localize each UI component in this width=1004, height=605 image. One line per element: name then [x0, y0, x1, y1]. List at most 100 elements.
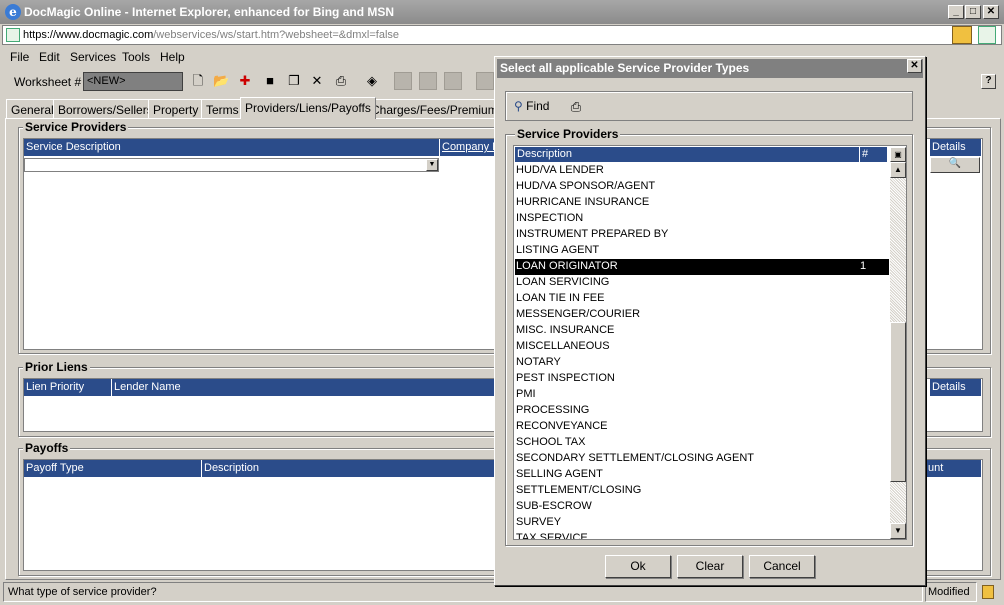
tab-general[interactable]: General [6, 99, 59, 118]
list-item-count: 1 [860, 260, 867, 272]
menu-tools[interactable]: Tools [122, 50, 150, 64]
list-item[interactable]: PMI [515, 387, 889, 403]
col-payoff-description[interactable]: Description [202, 460, 502, 477]
payoffs-title: Payoffs [23, 441, 71, 455]
col-payoff-type[interactable]: Payoff Type [24, 460, 202, 477]
col-description[interactable]: Description [515, 147, 860, 162]
list-item[interactable]: SCHOOL TAX [515, 435, 889, 451]
list-item[interactable]: HUD/VA SPONSOR/AGENT [515, 179, 889, 195]
list-item[interactable]: NOTARY [515, 355, 889, 371]
list-item[interactable]: SETTLEMENT/CLOSING [515, 483, 889, 499]
list-item[interactable]: LOAN TIE IN FEE [515, 291, 889, 307]
details-search-button[interactable]: 🔍 [930, 157, 980, 173]
col-count[interactable]: # [860, 147, 888, 162]
list-item[interactable]: PROCESSING [515, 403, 889, 419]
list-scrollbar[interactable]: ▲ ▼ [890, 162, 906, 539]
minimize-button[interactable]: _ [948, 5, 964, 19]
page-icon [6, 28, 20, 42]
scroll-down-icon[interactable]: ▼ [890, 523, 906, 539]
dialog-close-icon[interactable]: ✕ [907, 59, 922, 73]
list-item[interactable]: INSTRUMENT PREPARED BY [515, 227, 889, 243]
tab-terms[interactable]: Terms [201, 99, 244, 118]
worksheet-number-field[interactable]: <NEW> [83, 72, 183, 91]
compat-view-icon[interactable] [978, 26, 996, 44]
ie-logo-icon: e [5, 4, 21, 20]
list-item[interactable]: LISTING AGENT [515, 243, 889, 259]
list-item-label: HUD/VA LENDER [516, 164, 604, 176]
tab-borrowers-sellers[interactable]: Borrowers/Sellers [53, 99, 158, 118]
maximize-button[interactable]: □ [965, 5, 981, 19]
list-item[interactable]: LOAN ORIGINATOR 1 [515, 259, 889, 275]
tab-providers-liens-payoffs[interactable]: Providers/Liens/Payoffs [240, 97, 376, 119]
col-lien-priority[interactable]: Lien Priority [24, 379, 112, 396]
list-item-label: SECONDARY SETTLEMENT/CLOSING AGENT [516, 452, 754, 464]
save-icon[interactable]: ■ [262, 73, 278, 89]
col-service-description[interactable]: Service Description [24, 139, 440, 156]
import-icon[interactable]: ✚ [237, 73, 253, 89]
list-item[interactable]: SECONDARY SETTLEMENT/CLOSING AGENT [515, 451, 889, 467]
ok-button[interactable]: Ok [605, 555, 671, 578]
list-item[interactable]: SELLING AGENT [515, 467, 889, 483]
list-item[interactable]: MESSENGER/COURIER [515, 307, 889, 323]
list-item[interactable]: INSPECTION [515, 211, 889, 227]
save-as-icon[interactable]: ❐ [286, 73, 302, 89]
scroll-thumb[interactable] [890, 322, 906, 482]
tab-charges-fees-premiums[interactable]: Charges/Fees/Premiums [366, 99, 509, 118]
open-folder-icon[interactable]: 📂 [213, 73, 229, 89]
disabled-check-icon [476, 72, 494, 90]
list-item-label: LISTING AGENT [516, 244, 600, 256]
list-item[interactable]: LOAN SERVICING [515, 275, 889, 291]
help-icon[interactable]: ? [981, 74, 996, 89]
address-bar[interactable]: https://www.docmagic.com/webservices/ws/… [2, 25, 1002, 45]
service-description-dropdown[interactable]: ▼ [24, 158, 439, 172]
list-item[interactable]: MISCELLANEOUS [515, 339, 889, 355]
list-item[interactable]: SUB-ESCROW [515, 499, 889, 515]
magnifier-icon: 🔍 [948, 158, 962, 169]
list-item[interactable]: MISC. INSURANCE [515, 323, 889, 339]
list-item-label: SETTLEMENT/CLOSING [516, 484, 642, 496]
menu-services[interactable]: Services [70, 50, 116, 64]
list-item[interactable]: SURVEY [515, 515, 889, 531]
list-item[interactable]: TAX SERVICE [515, 531, 889, 540]
find-label: Find [526, 99, 550, 113]
list-item-label: INSPECTION [516, 212, 584, 224]
list-item-label: SUB-ESCROW [516, 500, 592, 512]
col-lender-name[interactable]: Lender Name [112, 379, 502, 396]
list-item-label: SURVEY [516, 516, 562, 528]
list-item[interactable]: RECONVEYANCE [515, 419, 889, 435]
disabled-tool-1-icon [394, 72, 412, 90]
worksheet-label: Worksheet # [14, 75, 82, 89]
col-lien-details[interactable]: Details [930, 379, 982, 396]
list-item[interactable]: HURRICANE INSURANCE [515, 195, 889, 211]
list-item[interactable]: HUD/VA LENDER [515, 163, 889, 179]
prior-liens-title: Prior Liens [23, 360, 90, 374]
service-providers-title: Service Providers [23, 120, 129, 134]
lock-icon[interactable] [952, 26, 972, 44]
dialog-print-icon[interactable]: ⎙ [568, 99, 584, 115]
list-item-label: RECONVEYANCE [516, 420, 608, 432]
delete-icon[interactable]: ✕ [309, 73, 325, 89]
new-document-icon[interactable]: 🗋 [190, 73, 206, 89]
col-company-name[interactable]: Company N [440, 139, 500, 156]
menu-help[interactable]: Help [160, 50, 185, 64]
print-icon[interactable]: ⎙ [333, 73, 349, 89]
scroll-up-icon[interactable]: ▲ [890, 162, 906, 178]
clear-button[interactable]: Clear [677, 555, 743, 578]
close-window-button[interactable]: ✕ [983, 5, 999, 19]
list-item-label: PEST INSPECTION [516, 372, 615, 384]
list-item-label: INSTRUMENT PREPARED BY [516, 228, 669, 240]
col-details[interactable]: Details [930, 139, 982, 156]
list-item[interactable]: PEST INSPECTION [515, 371, 889, 387]
menu-edit[interactable]: Edit [39, 50, 60, 64]
list-item-label: SCHOOL TAX [516, 436, 586, 448]
tab-property[interactable]: Property [148, 99, 204, 118]
binoculars-icon: ⚲ [514, 99, 523, 113]
list-item-label: TAX SERVICE [516, 532, 588, 540]
find-button[interactable]: ⚲ Find [514, 99, 549, 113]
dialog-title: Select all applicable Service Provider T… [500, 61, 750, 75]
menu-file[interactable]: File [10, 50, 29, 64]
cancel-button[interactable]: Cancel [749, 555, 815, 578]
preview-icon[interactable]: ◈ [364, 73, 380, 89]
column-chooser-icon[interactable]: ▣ [890, 147, 906, 162]
col-payoff-amount[interactable]: unt [926, 460, 982, 477]
